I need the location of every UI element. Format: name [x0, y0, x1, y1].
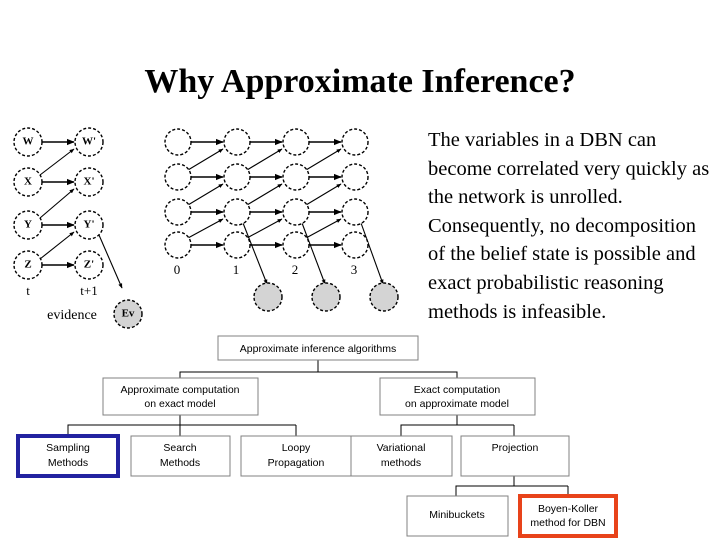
taxonomy-box-minibuckets[interactable]: Minibuckets: [406, 495, 509, 537]
taxonomy-box-loopy-propagation[interactable]: Loopy Propagation: [240, 435, 352, 477]
dbn-persistence-edges: [42, 138, 75, 269]
two-slice-dbn-diagram: W X Y Z W' X' Y' Z' t t+1 evidence Ev: [13, 127, 143, 329]
unrolled-evidence-nodes: [253, 282, 399, 312]
unrolled-time-label-2: 2: [292, 262, 299, 277]
taxonomy-box-projection[interactable]: Projection: [460, 435, 570, 477]
taxonomy-box-approximate-computation-line2: on exact model: [144, 398, 215, 410]
taxonomy-box-projection-line1: Projection: [492, 442, 539, 454]
taxonomy-box-loopy-propagation-line2: Propagation: [268, 457, 325, 469]
taxonomy-box-search-methods-line1: Search: [163, 442, 196, 454]
unrolled-time-label-0: 0: [174, 262, 181, 277]
approximate-inference-taxonomy: Approximate inference algorithms Approxi…: [16, 335, 618, 538]
dbn-node-y-prime: Y': [84, 219, 95, 231]
taxonomy-box-variational-methods[interactable]: Variational methods: [350, 435, 453, 477]
taxonomy-box-sampling-methods-line2: Methods: [48, 457, 88, 469]
taxonomy-box-approximate-computation[interactable]: Approximate computation on exact model: [102, 377, 259, 416]
unrolled-time-label-1: 1: [233, 262, 240, 277]
taxonomy-box-variational-methods-line2: methods: [381, 457, 421, 469]
dbn-node-x-prime: X': [84, 176, 95, 188]
taxonomy-box-exact-computation-line2: on approximate model: [405, 398, 509, 410]
dbn-node-w: W: [23, 136, 34, 148]
taxonomy-box-minibuckets-label: Minibuckets: [429, 509, 484, 521]
taxonomy-box-sampling-methods-line1: Sampling: [46, 442, 90, 454]
taxonomy-box-exact-computation-line1: Exact computation: [414, 384, 501, 396]
dbn-time-label-t: t: [26, 283, 30, 298]
taxonomy-box-sampling-methods[interactable]: Sampling Methods: [16, 434, 120, 478]
body-paragraph: The variables in a DBN can become correl…: [428, 129, 710, 323]
taxonomy-box-approximate-computation-line1: Approximate computation: [120, 384, 239, 396]
taxonomy-box-boyen-koller-line1: Boyen-Koller: [538, 503, 599, 515]
unrolled-dbn-diagram: 0 1 2 3: [164, 128, 399, 312]
taxonomy-box-exact-computation[interactable]: Exact computation on approximate model: [379, 377, 536, 416]
taxonomy-box-boyen-koller[interactable]: Boyen-Koller method for DBN: [518, 494, 618, 538]
dbn-evidence-caption: evidence: [47, 308, 97, 323]
taxonomy-box-search-methods[interactable]: Search Methods: [130, 435, 231, 477]
dbn-node-y: Y: [24, 219, 32, 231]
taxonomy-box-search-methods-line2: Methods: [160, 457, 200, 469]
dbn-evidence-node-label: Ev: [122, 308, 135, 320]
taxonomy-box-root-label: Approximate inference algorithms: [240, 343, 396, 355]
slide-canvas: Why Approximate Inference? The variables…: [0, 0, 720, 540]
dbn-node-group-t: W X Y Z: [13, 127, 43, 280]
dbn-node-z: Z: [24, 259, 31, 271]
dbn-node-x: X: [24, 176, 32, 188]
taxonomy-box-boyen-koller-line2: method for DBN: [530, 517, 605, 529]
dbn-time-label-t-next: t+1: [80, 283, 97, 298]
page-title: Why Approximate Inference?: [144, 63, 576, 100]
dbn-node-group-t-next: W' X' Y' Z': [74, 127, 104, 280]
taxonomy-box-variational-methods-line1: Variational: [377, 442, 426, 454]
unrolled-time-label-3: 3: [351, 262, 358, 277]
taxonomy-box-root[interactable]: Approximate inference algorithms: [217, 335, 419, 361]
dbn-node-z-prime: Z': [84, 259, 94, 271]
taxonomy-box-loopy-propagation-line1: Loopy: [282, 442, 311, 454]
unrolled-cross-edges: [187, 148, 342, 239]
dbn-node-w-prime: W': [82, 136, 96, 148]
